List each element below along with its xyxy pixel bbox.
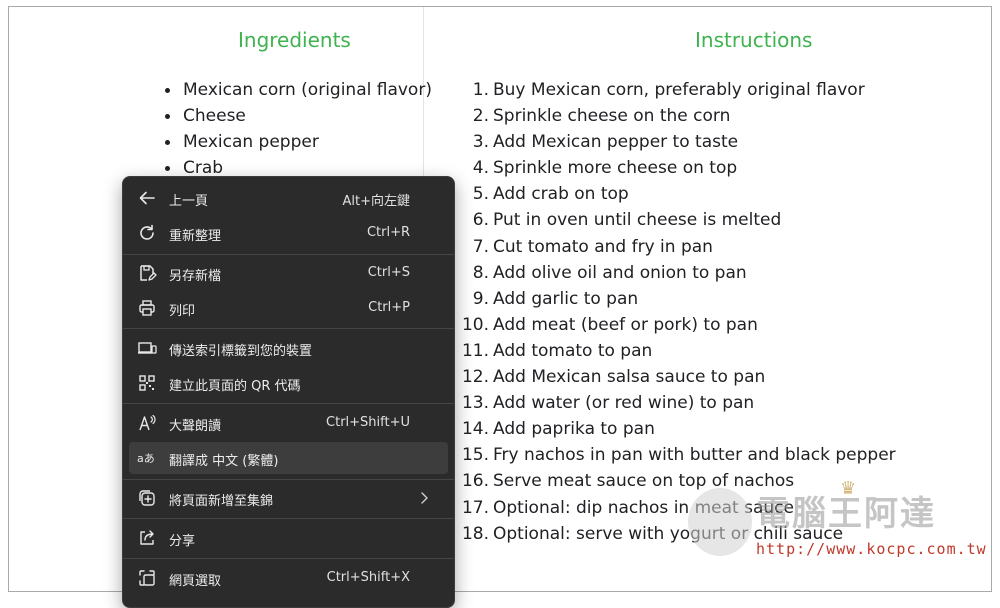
chevron-right-icon — [414, 488, 434, 508]
refresh-icon — [137, 223, 157, 243]
instruction-text: Sprinkle cheese on the corn — [493, 106, 731, 127]
instructions-heading: Instructions — [695, 28, 813, 52]
instruction-text: Add garlic to pan — [493, 288, 639, 309]
instruction-step: 4. Sprinkle more cheese on top — [449, 155, 896, 181]
instruction-step: 1. Buy Mexican corn, preferably original … — [449, 77, 896, 103]
instruction-step: 13. Add water (or red wine) to pan — [449, 390, 896, 416]
instruction-step: 3. Add Mexican pepper to taste — [449, 129, 896, 155]
instruction-step: 14. Add paprika to pan — [449, 416, 896, 442]
instruction-text: Put in oven until cheese is melted — [493, 210, 782, 231]
instruction-step: 9. Add garlic to pan — [449, 286, 896, 312]
instruction-step: 15. Fry nachos in pan with butter and bla… — [449, 442, 896, 468]
instruction-step: 7. Cut tomato and fry in pan — [449, 234, 896, 260]
instruction-text: Add meat (beef or pork) to pan — [493, 314, 758, 335]
menu-item-label: 列印 — [169, 304, 196, 319]
menu-item-label: 另存新檔 — [169, 269, 222, 284]
site-watermark: ♛ 電腦王阿達 http://www.kocpc.com.tw — [688, 478, 986, 568]
mascot-logo — [688, 488, 752, 556]
translate-icon: aあ — [137, 448, 157, 468]
print-icon — [137, 298, 157, 318]
menu-item-shortcut: Ctrl+Shift+U — [326, 415, 410, 430]
menu-item-label: 上一頁 — [169, 194, 209, 209]
send-to-device-icon — [137, 338, 157, 358]
menu-item-label: 傳送索引標籤到您的裝置 — [169, 344, 313, 359]
menu-item-read-aloud[interactable]: 大聲朗讀 Ctrl+Shift+U — [129, 407, 448, 439]
share-icon — [137, 528, 157, 548]
menu-separator — [123, 558, 454, 559]
instruction-text: Add paprika to pan — [493, 419, 655, 440]
menu-item-web-select[interactable]: 網頁選取 Ctrl+Shift+X — [129, 562, 448, 594]
menu-item-shortcut: Ctrl+R — [366, 225, 410, 240]
menu-item-add-to-collections[interactable]: 將頁面新增至集錦 — [129, 482, 448, 514]
menu-item-qr-code[interactable]: 建立此頁面的 QR 代碼 — [129, 367, 448, 399]
save-as-icon — [137, 263, 157, 283]
instruction-step: 6. Put in oven until cheese is melted — [449, 207, 896, 233]
instruction-text: Add water (or red wine) to pan — [493, 393, 755, 414]
menu-item-shortcut: Ctrl+P — [368, 300, 410, 315]
ingredient-item: Mexican pepper — [159, 129, 432, 155]
menu-item-share[interactable]: 分享 — [129, 522, 448, 554]
instruction-text: Cut tomato and fry in pan — [493, 236, 713, 257]
menu-separator — [123, 518, 454, 519]
watermark-name: 電腦王阿達 — [756, 494, 936, 534]
qr-code-icon — [137, 373, 157, 393]
instruction-text: Fry nachos in pan with butter and black … — [493, 445, 896, 466]
instruction-step: 11. Add tomato to pan — [449, 338, 896, 364]
menu-item-label: 網頁選取 — [169, 574, 222, 589]
menu-item-print[interactable]: 列印 Ctrl+P — [129, 292, 448, 324]
menu-item-shortcut: Alt+向左鍵 — [342, 194, 411, 209]
instructions-list: 1. Buy Mexican corn, preferably original … — [449, 77, 896, 547]
instruction-text: Add Mexican salsa sauce to pan — [493, 367, 766, 388]
menu-item-shortcut: Ctrl+S — [367, 265, 410, 280]
menu-item-shortcut: Ctrl+Shift+X — [326, 570, 410, 585]
add-to-collections-icon — [137, 488, 157, 508]
instruction-step: 8. Add olive oil and onion to pan — [449, 260, 896, 286]
menu-item-save-as[interactable]: 另存新檔 Ctrl+S — [129, 257, 448, 289]
ingredient-item: Cheese — [159, 103, 432, 129]
menu-item-label: 分享 — [169, 534, 196, 549]
svg-text:aあ: aあ — [137, 452, 155, 465]
menu-item-back[interactable]: 上一頁 Alt+向左鍵 — [129, 182, 448, 214]
menu-separator — [123, 328, 454, 329]
menu-item-label: 大聲朗讀 — [169, 419, 222, 434]
menu-item-label: 翻譯成 中文 (繁體) — [169, 454, 279, 469]
instruction-text: Add tomato to pan — [493, 340, 653, 361]
instruction-text: Sprinkle more cheese on top — [493, 158, 738, 179]
back-arrow-icon — [137, 188, 157, 208]
instruction-step: 10. Add meat (beef or pork) to pan — [449, 312, 896, 338]
instruction-step: 2. Sprinkle cheese on the corn — [449, 103, 896, 129]
menu-item-label: 重新整理 — [169, 229, 222, 244]
web-select-icon — [137, 568, 157, 588]
context-menu: 上一頁 Alt+向左鍵 重新整理 Ctrl+R 另存新檔 Ctrl+S 列印 C… — [122, 176, 455, 608]
ingredients-heading: Ingredients — [238, 28, 351, 52]
menu-separator — [123, 254, 454, 255]
instruction-text: Buy Mexican corn, preferably original fl… — [493, 80, 865, 100]
instruction-text: Add Mexican pepper to taste — [493, 132, 739, 153]
menu-item-label: 將頁面新增至集錦 — [169, 494, 274, 509]
ingredients-list: Mexican corn (original flavor) Cheese Me… — [159, 77, 432, 181]
menu-item-label: 建立此頁面的 QR 代碼 — [169, 379, 301, 394]
menu-item-send-to-device[interactable]: 傳送索引標籤到您的裝置 — [129, 332, 448, 364]
ingredient-item: Mexican corn (original flavor) — [159, 77, 432, 103]
menu-separator — [123, 479, 454, 480]
read-aloud-icon — [137, 413, 157, 433]
instruction-step: 5. Add crab on top — [449, 181, 896, 207]
instruction-text: Add crab on top — [493, 184, 629, 205]
instruction-step: 12. Add Mexican salsa sauce to pan — [449, 364, 896, 390]
menu-separator — [123, 403, 454, 404]
instruction-text: Add olive oil and onion to pan — [493, 262, 747, 283]
watermark-url: http://www.kocpc.com.tw — [756, 540, 987, 558]
menu-item-translate[interactable]: aあ 翻譯成 中文 (繁體) — [129, 442, 448, 474]
menu-item-refresh[interactable]: 重新整理 Ctrl+R — [129, 217, 448, 249]
